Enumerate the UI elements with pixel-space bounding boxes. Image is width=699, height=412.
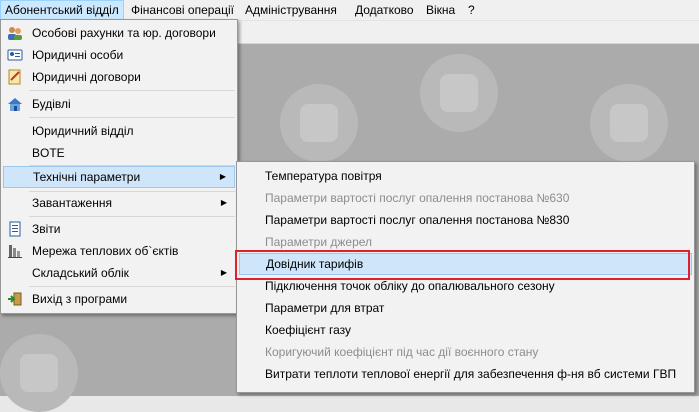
- menu-abonent-department[interactable]: Абонентський відділ: [0, 0, 124, 20]
- submenu-item-hot-water-heat-costs[interactable]: Витрати теплоти теплової енергії для заб…: [239, 363, 692, 385]
- menu-item-personal-accounts[interactable]: Особові рахунки та юр. договори: [3, 22, 235, 44]
- menu-separator: [29, 286, 235, 287]
- submenu-item-wartime-coefficient: Коригуючий коефіцієнт під час дії воєнно…: [265, 345, 539, 359]
- watermark-logo: [590, 84, 668, 162]
- id-card-icon: [7, 49, 23, 61]
- chevron-right-icon: ▶: [220, 198, 227, 207]
- watermark-logo: [0, 334, 78, 412]
- menu-item-technical-parameters[interactable]: Технічні параметри ▶: [3, 166, 235, 188]
- menu-item-loading[interactable]: Завантаження ▶: [3, 192, 235, 214]
- submenu-item-loss-parameters[interactable]: Параметри для втрат: [239, 297, 692, 319]
- menu-bar: Абонентський відділ Фінансові операції А…: [0, 0, 699, 21]
- menu-item-legal-entities[interactable]: Юридичні особи: [3, 44, 235, 66]
- chevron-right-icon: ▶: [219, 172, 226, 181]
- menu-administration[interactable]: Адміністрування: [241, 0, 341, 20]
- menu-financial-operations[interactable]: Фінансові операції: [127, 0, 238, 20]
- menu-help[interactable]: ?: [464, 0, 479, 20]
- menu-item-exit[interactable]: Вихід з програми: [3, 288, 235, 310]
- menu-separator: [29, 90, 235, 91]
- menu-separator: [29, 216, 235, 217]
- submenu-item-gas-coefficient[interactable]: Коефіцієнт газу: [239, 319, 692, 341]
- watermark-logo: [420, 54, 498, 132]
- chevron-right-icon: ▶: [220, 268, 227, 277]
- menu-item-bote[interactable]: BOTE: [3, 142, 235, 164]
- submenu-item-heating-cost-830[interactable]: Параметри вартості послуг опалення поста…: [239, 209, 692, 231]
- report-icon: [9, 221, 21, 237]
- menu-item-buildings[interactable]: Будівлі: [3, 93, 235, 115]
- watermark-logo: [280, 84, 358, 162]
- menu-separator: [29, 117, 235, 118]
- menu-windows[interactable]: Вікна: [422, 0, 459, 20]
- menu-item-legal-contracts[interactable]: Юридичні договори: [3, 66, 235, 88]
- house-icon: [8, 98, 22, 111]
- menu-additional[interactable]: Додатково: [351, 0, 418, 20]
- submenu-item-air-temperature[interactable]: Температура повітря: [239, 165, 692, 187]
- highlight-callout-box: [235, 250, 690, 280]
- menu-item-heat-network[interactable]: Мережа теплових об`єктів: [3, 240, 235, 262]
- menu-item-warehouse[interactable]: Складський облік ▶: [3, 262, 235, 284]
- network-icon: [8, 245, 22, 258]
- people-icon: [8, 27, 22, 40]
- submenu-item-heating-cost-630: Параметри вартості послуг опалення поста…: [265, 191, 570, 205]
- menu-item-reports[interactable]: Звіти: [3, 218, 235, 240]
- abonent-dropdown-menu: Особові рахунки та юр. договори Юридичні…: [0, 19, 238, 314]
- menu-item-legal-department[interactable]: Юридичний відділ: [3, 120, 235, 142]
- exit-icon: [8, 292, 22, 306]
- contract-icon: [8, 69, 21, 85]
